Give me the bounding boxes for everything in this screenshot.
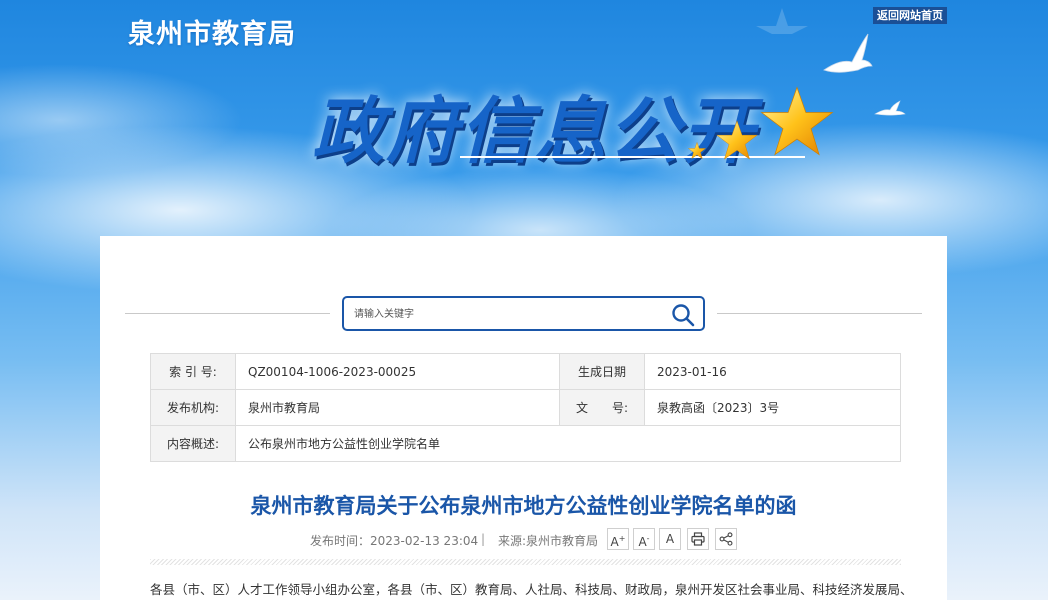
minus-mark: -	[646, 534, 650, 543]
article-meta: 发布时间：2023-02-13 23:04 | 来源:泉州市教育局 A+ A- …	[100, 528, 947, 552]
search-box	[342, 296, 705, 331]
font-enlarge-label: A	[610, 535, 619, 549]
search-divider-left	[125, 313, 330, 314]
faint-star-icon	[756, 8, 808, 34]
doc-number-value: 泉教高函〔2023〕3号	[644, 389, 901, 426]
search-icon[interactable]	[671, 303, 695, 327]
summary-value: 公布泉州市地方公益性创业学院名单	[235, 425, 901, 462]
publisher-label: 发布机构:	[150, 389, 236, 426]
article-body: 各县（市、区）人才工作领导小组办公室，各县（市、区）教育局、人社局、科技局、财政…	[150, 582, 910, 597]
print-icon	[691, 532, 705, 546]
article-source: 来源:泉州市教育局	[498, 534, 599, 548]
big-star-icon	[760, 86, 834, 156]
summary-label: 内容概述:	[150, 425, 236, 462]
site-title[interactable]: 泉州市教育局	[128, 12, 296, 51]
content-card: 索 引 号: QZ00104-1006-2023-00025 生成日期 2023…	[100, 236, 947, 600]
meta-separator: |	[481, 532, 486, 546]
share-icon	[719, 532, 733, 546]
small-dove-icon	[874, 100, 906, 116]
dotted-divider	[150, 559, 901, 565]
date-label: 生成日期	[559, 353, 645, 390]
search-divider-right	[717, 313, 922, 314]
table-row: 内容概述: 公布泉州市地方公益性创业学院名单	[150, 425, 901, 462]
info-table: 索 引 号: QZ00104-1006-2023-00025 生成日期 2023…	[150, 353, 901, 462]
share-button[interactable]	[715, 528, 737, 550]
print-button[interactable]	[687, 528, 709, 550]
font-reset-label: A	[665, 532, 675, 546]
font-reset-button[interactable]: A	[659, 528, 681, 550]
small-star-icon	[688, 142, 706, 159]
font-shrink-label: A	[638, 535, 647, 549]
medium-star-icon	[716, 120, 758, 160]
index-value: QZ00104-1006-2023-00025	[235, 353, 560, 390]
table-row: 发布机构: 泉州市教育局 文 号: 泉教高函〔2023〕3号	[150, 389, 901, 426]
plus-mark: +	[618, 534, 626, 543]
font-enlarge-button[interactable]: A+	[607, 528, 629, 550]
font-shrink-button[interactable]: A-	[633, 528, 655, 550]
banner-heading: 政府信息公开	[312, 89, 757, 173]
publisher-value: 泉州市教育局	[235, 389, 560, 426]
back-home-button[interactable]: 返回网站首页	[873, 7, 947, 24]
search-input[interactable]	[354, 304, 654, 324]
index-label: 索 引 号:	[150, 353, 236, 390]
publish-time: 发布时间：2023-02-13 23:04	[310, 534, 479, 548]
dove-icon	[823, 33, 873, 73]
article-title: 泉州市教育局关于公布泉州市地方公益性创业学院名单的函	[250, 494, 797, 518]
table-row: 索 引 号: QZ00104-1006-2023-00025 生成日期 2023…	[150, 353, 901, 390]
date-value: 2023-01-16	[644, 353, 901, 390]
doc-number-label: 文 号:	[559, 389, 645, 426]
